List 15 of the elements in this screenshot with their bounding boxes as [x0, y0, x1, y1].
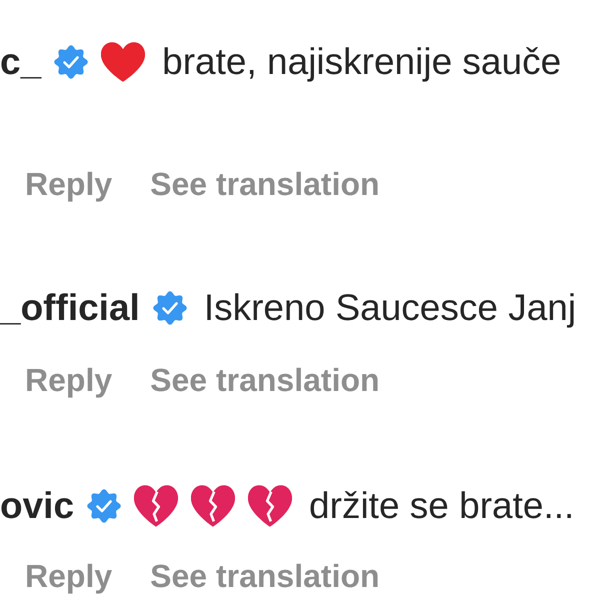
username[interactable]: ovic — [0, 486, 74, 526]
see-translation-button[interactable]: See translation — [150, 556, 380, 596]
comment-text: držite se brate... — [309, 486, 574, 526]
comment-text: brate, najiskrenije sauče — [162, 42, 562, 82]
heart-icon — [101, 42, 146, 82]
reply-button[interactable]: Reply — [25, 556, 112, 596]
see-translation-button[interactable]: See translation — [150, 164, 380, 204]
broken-heart-icon — [134, 485, 178, 527]
reply-button[interactable]: Reply — [25, 360, 112, 400]
reply-button[interactable]: Reply — [25, 164, 112, 204]
broken-heart-icon — [248, 485, 292, 527]
broken-heart-icon — [191, 485, 236, 527]
comment-text: Iskreno Saucesce Janj — [204, 288, 576, 328]
username[interactable]: c_ — [0, 42, 42, 82]
see-translation-button[interactable]: See translation — [150, 360, 380, 400]
